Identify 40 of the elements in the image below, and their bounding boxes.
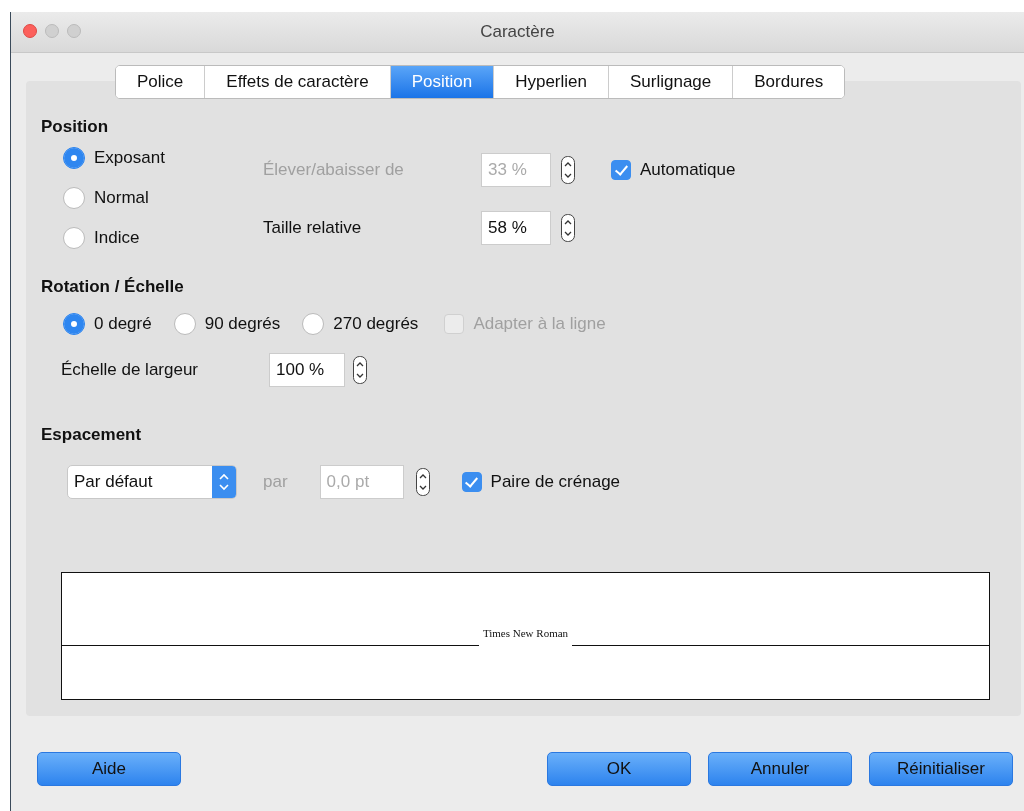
radio-label: 90 degrés — [204, 314, 281, 334]
section-heading: Position — [41, 117, 110, 137]
close-icon[interactable] — [23, 24, 37, 38]
updown-icon[interactable] — [212, 466, 236, 498]
checkbox-label: Adapter à la ligne — [473, 314, 606, 334]
field-label: Taille relative — [263, 217, 363, 238]
spinner-icon[interactable] — [415, 468, 430, 496]
radio-button[interactable] — [63, 147, 85, 169]
radio-button[interactable] — [302, 313, 325, 335]
radio-label: Normal — [94, 188, 149, 208]
window-title: Caractère — [480, 22, 555, 42]
dialog-button[interactable]: OK — [547, 752, 691, 786]
section-heading: Rotation / Échelle — [41, 277, 185, 297]
dropdown[interactable]: Par défaut — [67, 465, 237, 499]
radio-button[interactable] — [63, 187, 85, 209]
checkbox[interactable] — [461, 472, 482, 492]
spinner-icon[interactable] — [561, 156, 575, 185]
section-heading: Espacement — [41, 425, 143, 445]
field-label: Échelle de largeur — [61, 360, 200, 380]
input-field[interactable]: 100 % — [269, 353, 345, 387]
preview-text: Times New Roman — [481, 626, 570, 640]
radio-button[interactable] — [63, 313, 85, 335]
radio-label: 270 degrés — [333, 314, 419, 334]
field-label: Élever/abaisser de — [263, 160, 405, 181]
field-label: par — [263, 472, 288, 492]
checkbox[interactable] — [611, 160, 631, 181]
radio-label: Indice — [94, 228, 140, 248]
checkbox-label: Paire de crénage — [490, 472, 621, 492]
radio-button[interactable] — [63, 227, 85, 249]
radio-label: Exposant — [94, 148, 165, 168]
dialog-button[interactable]: Annuler — [708, 752, 852, 786]
tab[interactable]: Police — [116, 66, 206, 98]
radio-label: 0 degré — [94, 314, 152, 334]
radio-button[interactable] — [173, 313, 196, 335]
input-field[interactable]: 58 % — [481, 210, 551, 245]
dialog-button[interactable]: Réinitialiser — [869, 752, 1013, 786]
checkbox-label: Automatique — [640, 160, 736, 181]
dialog-button[interactable]: Aide — [37, 752, 181, 786]
spinner-icon[interactable] — [561, 213, 575, 242]
spinner-icon[interactable] — [353, 356, 367, 384]
